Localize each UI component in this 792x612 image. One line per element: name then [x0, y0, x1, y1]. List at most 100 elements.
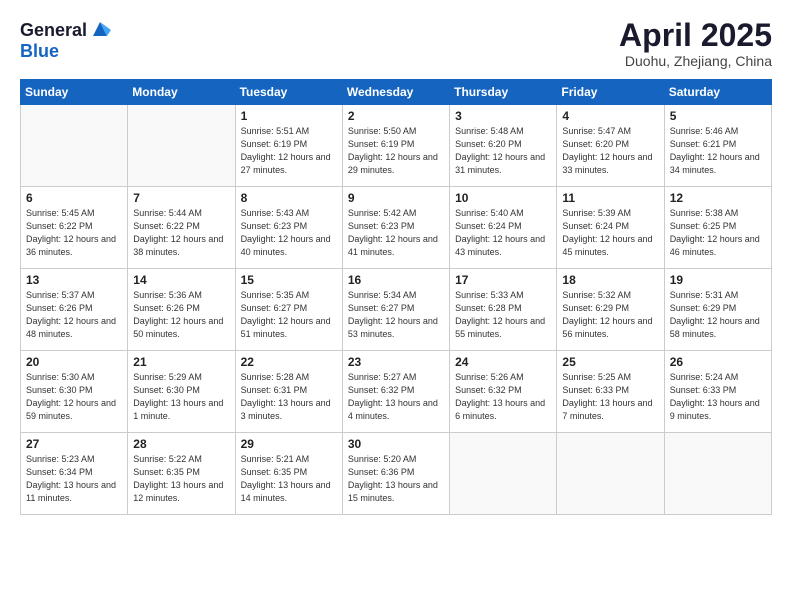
table-row: 2Sunrise: 5:50 AM Sunset: 6:19 PM Daylig… [342, 105, 449, 187]
calendar-week-row: 1 Sunrise: 5:51 AM Sunset: 6:19 PM Daylig… [21, 105, 772, 187]
calendar-week-row: 20 Sunrise: 5:30 AM Sunset: 6:30 PM Dayli… [21, 351, 772, 433]
day-info: Sunrise: 5:37 AM Sunset: 6:26 PM Dayligh… [26, 289, 122, 341]
table-row: 29Sunrise: 5:21 AM Sunset: 6:35 PM Dayli… [235, 433, 342, 515]
col-saturday: Saturday [664, 80, 771, 105]
table-row: 14Sunrise: 5:36 AM Sunset: 6:26 PM Dayli… [128, 269, 235, 351]
day-info: Sunrise: 5:51 AM Sunset: 6:19 PM Dayligh… [241, 125, 337, 177]
table-row: 21 Sunrise: 5:29 AM Sunset: 6:30 PM Dayli… [128, 351, 235, 433]
day-number: 10 [455, 191, 551, 205]
calendar-week-row: 13 Sunrise: 5:37 AM Sunset: 6:26 PM Dayli… [21, 269, 772, 351]
table-row [450, 433, 557, 515]
day-number: 11 [562, 191, 658, 205]
day-number: 22 [241, 355, 337, 369]
table-row: 6Sunrise: 5:45 AM Sunset: 6:22 PM Daylig… [21, 187, 128, 269]
calendar-week-row: 6Sunrise: 5:45 AM Sunset: 6:22 PM Daylig… [21, 187, 772, 269]
table-row [557, 433, 664, 515]
calendar-week-row: 27Sunrise: 5:23 AM Sunset: 6:34 PM Dayli… [21, 433, 772, 515]
day-number: 5 [670, 109, 766, 123]
day-number: 8 [241, 191, 337, 205]
table-row: 19Sunrise: 5:31 AM Sunset: 6:29 PM Dayli… [664, 269, 771, 351]
table-row: 8 Sunrise: 5:43 AM Sunset: 6:23 PM Daylig… [235, 187, 342, 269]
table-row: 24 Sunrise: 5:26 AM Sunset: 6:32 PM Dayli… [450, 351, 557, 433]
table-row: 27Sunrise: 5:23 AM Sunset: 6:34 PM Dayli… [21, 433, 128, 515]
day-number: 2 [348, 109, 444, 123]
logo-general-text: General [20, 21, 87, 39]
table-row: 11 Sunrise: 5:39 AM Sunset: 6:24 PM Dayli… [557, 187, 664, 269]
table-row: 15 Sunrise: 5:35 AM Sunset: 6:27 PM Dayli… [235, 269, 342, 351]
day-info: Sunrise: 5:23 AM Sunset: 6:34 PM Dayligh… [26, 453, 122, 505]
day-number: 4 [562, 109, 658, 123]
col-tuesday: Tuesday [235, 80, 342, 105]
table-row: 30 Sunrise: 5:20 AM Sunset: 6:36 PM Dayli… [342, 433, 449, 515]
page: General Blue April 2025 Duohu, Zhejiang,… [0, 0, 792, 612]
day-number: 19 [670, 273, 766, 287]
calendar-location: Duohu, Zhejiang, China [619, 53, 772, 69]
day-number: 20 [26, 355, 122, 369]
day-number: 24 [455, 355, 551, 369]
day-info: Sunrise: 5:34 AM Sunset: 6:27 PM Dayligh… [348, 289, 444, 341]
day-number: 17 [455, 273, 551, 287]
table-row: 28 Sunrise: 5:22 AM Sunset: 6:35 PM Dayli… [128, 433, 235, 515]
col-monday: Monday [128, 80, 235, 105]
day-info: Sunrise: 5:32 AM Sunset: 6:29 PM Dayligh… [562, 289, 658, 341]
day-number: 30 [348, 437, 444, 451]
table-row: 16Sunrise: 5:34 AM Sunset: 6:27 PM Dayli… [342, 269, 449, 351]
day-number: 1 [241, 109, 337, 123]
day-number: 28 [133, 437, 229, 451]
table-row: 4 Sunrise: 5:47 AM Sunset: 6:20 PM Daylig… [557, 105, 664, 187]
table-row: 7Sunrise: 5:44 AM Sunset: 6:22 PM Daylig… [128, 187, 235, 269]
table-row: 3Sunrise: 5:48 AM Sunset: 6:20 PM Daylig… [450, 105, 557, 187]
table-row: 23 Sunrise: 5:27 AM Sunset: 6:32 PM Dayli… [342, 351, 449, 433]
day-info: Sunrise: 5:33 AM Sunset: 6:28 PM Dayligh… [455, 289, 551, 341]
table-row [128, 105, 235, 187]
day-info: Sunrise: 5:45 AM Sunset: 6:22 PM Dayligh… [26, 207, 122, 259]
logo-icon [89, 18, 111, 40]
day-info: Sunrise: 5:26 AM Sunset: 6:32 PM Dayligh… [455, 371, 551, 423]
table-row: 22Sunrise: 5:28 AM Sunset: 6:31 PM Dayli… [235, 351, 342, 433]
day-number: 12 [670, 191, 766, 205]
day-number: 13 [26, 273, 122, 287]
day-info: Sunrise: 5:40 AM Sunset: 6:24 PM Dayligh… [455, 207, 551, 259]
table-row: 20 Sunrise: 5:30 AM Sunset: 6:30 PM Dayli… [21, 351, 128, 433]
day-info: Sunrise: 5:47 AM Sunset: 6:20 PM Dayligh… [562, 125, 658, 177]
table-row: 17 Sunrise: 5:33 AM Sunset: 6:28 PM Dayli… [450, 269, 557, 351]
day-number: 3 [455, 109, 551, 123]
day-info: Sunrise: 5:39 AM Sunset: 6:24 PM Dayligh… [562, 207, 658, 259]
calendar-header-row: Sunday Monday Tuesday Wednesday Thursday… [21, 80, 772, 105]
day-number: 18 [562, 273, 658, 287]
table-row: 12 Sunrise: 5:38 AM Sunset: 6:25 PM Dayli… [664, 187, 771, 269]
day-info: Sunrise: 5:43 AM Sunset: 6:23 PM Dayligh… [241, 207, 337, 259]
logo: General Blue [20, 18, 111, 60]
day-info: Sunrise: 5:46 AM Sunset: 6:21 PM Dayligh… [670, 125, 766, 177]
day-info: Sunrise: 5:42 AM Sunset: 6:23 PM Dayligh… [348, 207, 444, 259]
header: General Blue April 2025 Duohu, Zhejiang,… [20, 18, 772, 69]
table-row: 5 Sunrise: 5:46 AM Sunset: 6:21 PM Daylig… [664, 105, 771, 187]
table-row: 26Sunrise: 5:24 AM Sunset: 6:33 PM Dayli… [664, 351, 771, 433]
col-friday: Friday [557, 80, 664, 105]
day-info: Sunrise: 5:25 AM Sunset: 6:33 PM Dayligh… [562, 371, 658, 423]
day-number: 15 [241, 273, 337, 287]
day-info: Sunrise: 5:44 AM Sunset: 6:22 PM Dayligh… [133, 207, 229, 259]
day-info: Sunrise: 5:27 AM Sunset: 6:32 PM Dayligh… [348, 371, 444, 423]
day-info: Sunrise: 5:38 AM Sunset: 6:25 PM Dayligh… [670, 207, 766, 259]
col-wednesday: Wednesday [342, 80, 449, 105]
col-thursday: Thursday [450, 80, 557, 105]
day-number: 23 [348, 355, 444, 369]
day-info: Sunrise: 5:22 AM Sunset: 6:35 PM Dayligh… [133, 453, 229, 505]
day-info: Sunrise: 5:20 AM Sunset: 6:36 PM Dayligh… [348, 453, 444, 505]
logo-blue-text: Blue [20, 42, 111, 60]
day-info: Sunrise: 5:21 AM Sunset: 6:35 PM Dayligh… [241, 453, 337, 505]
day-number: 9 [348, 191, 444, 205]
day-number: 21 [133, 355, 229, 369]
table-row: 25Sunrise: 5:25 AM Sunset: 6:33 PM Dayli… [557, 351, 664, 433]
day-info: Sunrise: 5:24 AM Sunset: 6:33 PM Dayligh… [670, 371, 766, 423]
calendar-table: Sunday Monday Tuesday Wednesday Thursday… [20, 79, 772, 515]
table-row [21, 105, 128, 187]
day-info: Sunrise: 5:36 AM Sunset: 6:26 PM Dayligh… [133, 289, 229, 341]
day-info: Sunrise: 5:29 AM Sunset: 6:30 PM Dayligh… [133, 371, 229, 423]
day-info: Sunrise: 5:30 AM Sunset: 6:30 PM Dayligh… [26, 371, 122, 423]
day-info: Sunrise: 5:35 AM Sunset: 6:27 PM Dayligh… [241, 289, 337, 341]
table-row: 1 Sunrise: 5:51 AM Sunset: 6:19 PM Daylig… [235, 105, 342, 187]
table-row: 9 Sunrise: 5:42 AM Sunset: 6:23 PM Daylig… [342, 187, 449, 269]
table-row [664, 433, 771, 515]
